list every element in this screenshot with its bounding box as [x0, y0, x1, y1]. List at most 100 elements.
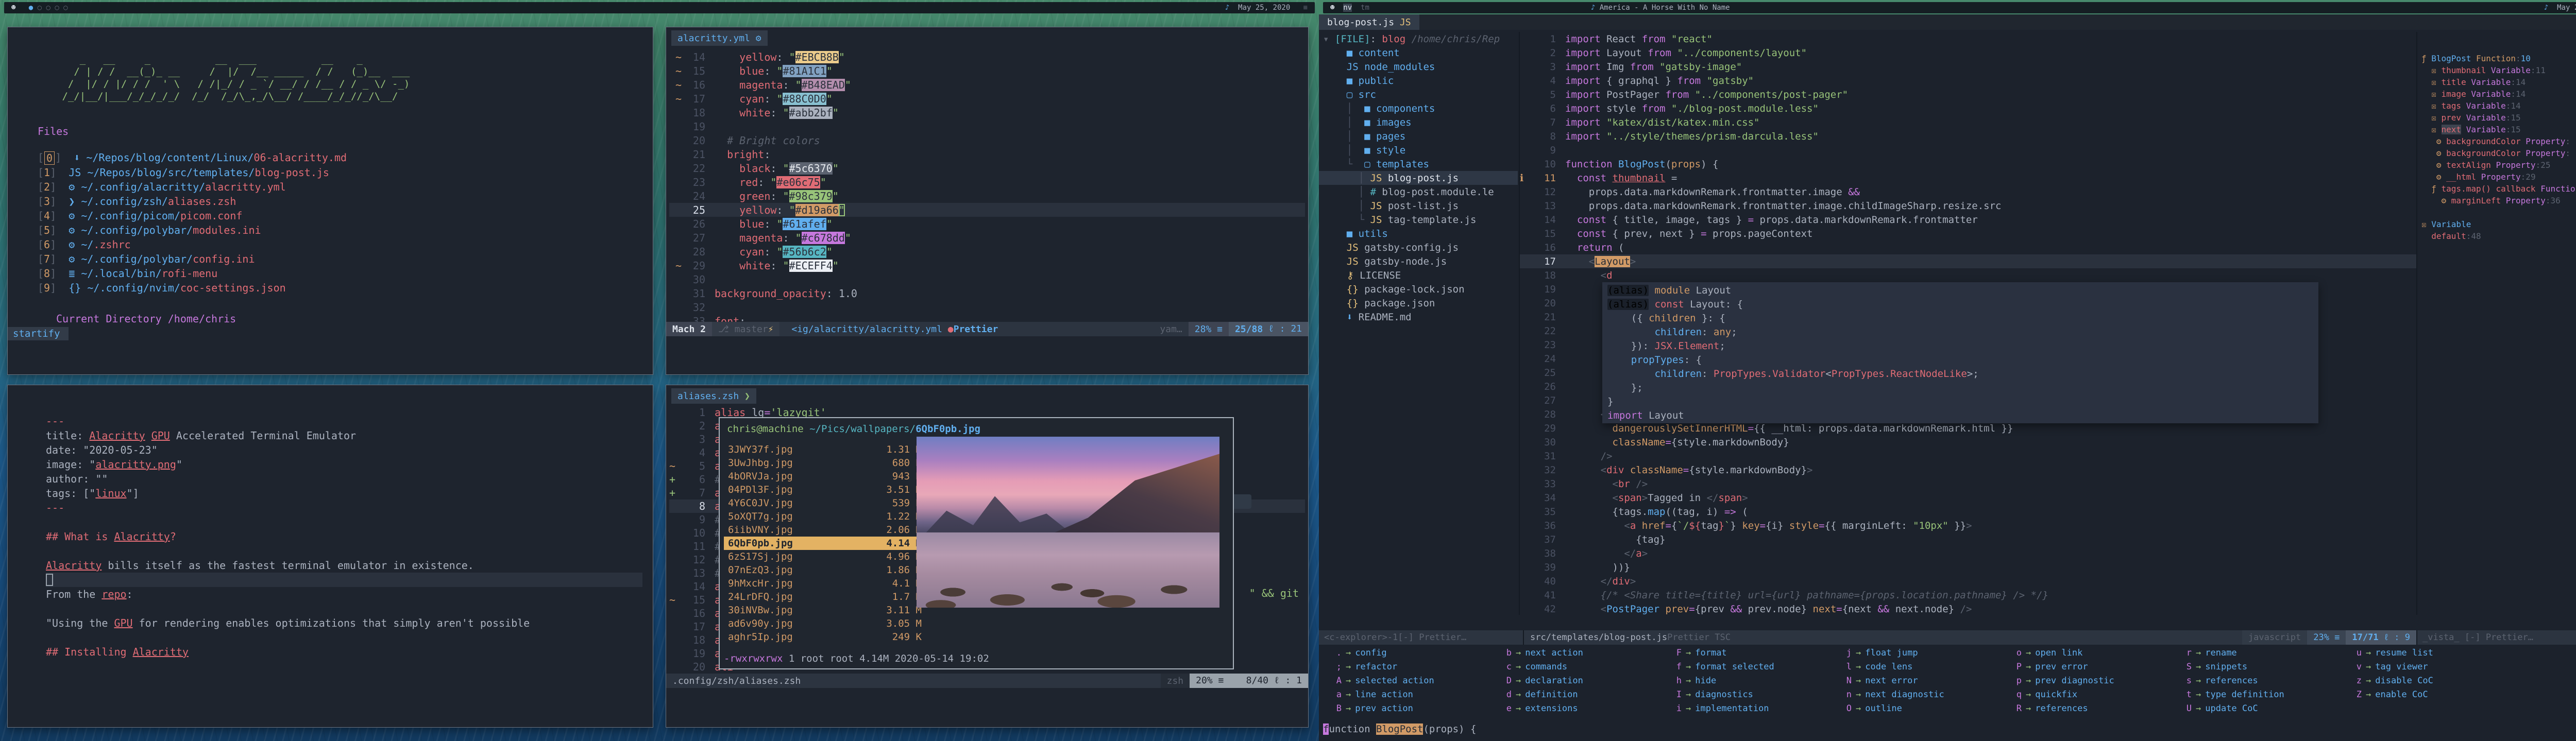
symbol-item[interactable]: ☒ prev Variable:15: [2417, 112, 2576, 124]
keybinding-item[interactable]: z→disable CoC: [2354, 674, 2524, 687]
code-line[interactable]: 25 yellow: "#d19a66": [669, 203, 1305, 217]
tree-item[interactable]: ■ utils: [1319, 227, 1518, 240]
keybinding-item[interactable]: Z→enable CoC: [2354, 687, 2524, 701]
code-line[interactable]: 2import Layout from "../components/layou…: [1520, 46, 2416, 60]
code-line[interactable]: 7import "katex/dist/katex.min.css": [1520, 115, 2416, 129]
code-line[interactable]: 17 <Layout>: [1520, 254, 2416, 268]
code-line[interactable]: 42 <PostPager prev={prev && prev.node} n…: [1520, 602, 2416, 615]
code-line[interactable]: 31 />: [1520, 449, 2416, 463]
code-line[interactable]: ~16 magenta: "#B48EAD": [669, 78, 1305, 92]
keybinding-item[interactable]: ;→refactor: [1334, 660, 1504, 674]
code-line[interactable]: 34 <span>Tagged in </span>: [1520, 491, 2416, 505]
symbol-item[interactable]: ⚙ backgroundColor Property:: [2417, 135, 2576, 147]
symbol-item[interactable]: ☒ image Variable:14: [2417, 88, 2576, 100]
code-line[interactable]: 41 {/* <Share title={title} url={url} pa…: [1520, 588, 2416, 602]
markdown-line[interactable]: date: "2020-05-23": [46, 443, 642, 457]
tree-item[interactable]: ■ content: [1319, 46, 1518, 60]
tree-item[interactable]: ⚷ LICENSE: [1319, 268, 1518, 282]
file-row[interactable]: 3UwJhbg.jpg680 K: [724, 456, 926, 470]
tree-item[interactable]: │ ■ pages: [1319, 129, 1518, 143]
file-row[interactable]: 5oXQT7g.jpg1.22 M: [724, 510, 926, 523]
symbol-item[interactable]: default:48: [2417, 230, 2576, 242]
tree-item[interactable]: ▾ [FILE]: blog /home/chris/Rep: [1319, 32, 1518, 46]
code-line[interactable]: 39 ))}: [1520, 560, 2416, 574]
code-line[interactable]: 23 red: "#e06c75": [669, 175, 1305, 189]
tree-item[interactable]: {} package.json: [1319, 296, 1518, 310]
keybinding-item[interactable]: R→references: [2014, 701, 2184, 715]
code-line[interactable]: 14 const { title, image, tags } = props.…: [1520, 213, 2416, 227]
code-line[interactable]: 30: [669, 272, 1305, 286]
keybinding-item[interactable]: S→snippets: [2184, 660, 2354, 674]
keybinding-item[interactable]: U→update CoC: [2184, 701, 2354, 715]
keybinding-item[interactable]: B→prev action: [1334, 701, 1504, 715]
code-buffer[interactable]: 1import React from "react"2import Layout…: [1519, 32, 2416, 615]
code-line[interactable]: 40 </div>: [1520, 574, 2416, 588]
code-line[interactable]: 12 props.data.markdownRemark.frontmatter…: [1520, 185, 2416, 199]
code-line[interactable]: 15 const { prev, next } = props.pageCont…: [1520, 227, 2416, 240]
file-row[interactable]: aghr5Ip.jpg249 K: [724, 630, 926, 644]
tree-item[interactable]: {} package-lock.json: [1319, 282, 1518, 296]
symbol-item[interactable]: ⚙ marginLeft Property:36: [2417, 195, 2576, 206]
code-line[interactable]: 31background_opacity: 1.0: [669, 286, 1305, 300]
tree-item[interactable]: │ ■ components: [1319, 101, 1518, 115]
keybinding-item[interactable]: F→format: [1674, 646, 1844, 660]
code-line[interactable]: 27 magenta: "#c678dd": [669, 231, 1305, 245]
symbol-item[interactable]: [2417, 206, 2576, 218]
tree-item[interactable]: ▢ src: [1319, 88, 1518, 101]
markdown-buffer[interactable]: --- title: Alacritty GPU Accelerated Term…: [46, 414, 642, 659]
tree-item[interactable]: ■ public: [1319, 74, 1518, 88]
code-line[interactable]: 30 className={style.markdownBody}: [1520, 435, 2416, 449]
file-row[interactable]: 24LrDFQ.jpg1.7 M: [724, 590, 926, 604]
code-line[interactable]: 8import "../style/themes/prism-darcula.l…: [1520, 129, 2416, 143]
neovim-editor[interactable]: blog-post.js JS ▾ [FILE]: blog /home/chr…: [1319, 14, 2576, 741]
keybinding-item[interactable]: o→open link: [2014, 646, 2184, 660]
terminal-alacritty-yml[interactable]: alacritty.yml ⚙ ~14 yellow: "#EBCB8B" ~1…: [666, 27, 1309, 375]
tree-item[interactable]: │ ■ style: [1319, 143, 1518, 157]
music-module[interactable]: ♪ America - A Horse With No Name: [1591, 4, 1730, 12]
markdown-line[interactable]: ---: [46, 501, 642, 515]
symbol-item[interactable]: ⚙ textAlign Property:25: [2417, 159, 2576, 171]
keybinding-item[interactable]: n→next diagnostic: [1844, 687, 2014, 701]
symbol-item[interactable]: ⚙ __html Property:29: [2417, 171, 2576, 183]
startify-entry[interactable]: [7] ⚙ ~/.config/polybar/config.ini: [38, 252, 653, 266]
code-line[interactable]: 24 green: "#98c379": [669, 189, 1305, 203]
tree-item[interactable]: │ ■ images: [1319, 115, 1518, 129]
markdown-line[interactable]: tags: ["linux"]: [46, 486, 642, 501]
code-line[interactable]: 10function BlogPost(props) {: [1520, 157, 2416, 171]
code-line[interactable]: 13 props.data.markdownRemark.frontmatter…: [1520, 199, 2416, 213]
markdown-line[interactable]: "Using the GPU for rendering enables opt…: [46, 616, 642, 630]
tree-item[interactable]: JS gatsby-config.js: [1319, 240, 1518, 254]
terminal-startify[interactable]: _ __ _ __ ___ __ _ / | / / __(_)_ __ / |…: [7, 27, 653, 375]
keybinding-item[interactable]: s→references: [2184, 674, 2354, 687]
file-row[interactable]: 3JWY37f.jpg1.31 M: [724, 443, 926, 456]
startify-entry[interactable]: [6] ⚙ ~/.zshrc: [38, 237, 653, 252]
code-line[interactable]: 20 # Bright colors: [669, 133, 1305, 147]
keybinding-item[interactable]: P→prev error: [2014, 660, 2184, 674]
tree-item[interactable]: │ # blog-post.module.le: [1319, 185, 1518, 199]
keybinding-item[interactable]: r→rename: [2184, 646, 2354, 660]
code-line[interactable]: 29 dangerouslySetInnerHTML={{ __html: pr…: [1520, 421, 2416, 435]
file-row[interactable]: 6QbF0pb.jpg4.14 M: [724, 537, 926, 550]
keybinding-item[interactable]: A→selected action: [1334, 674, 1504, 687]
code-line[interactable]: 4import { graphql } from "gatsby": [1520, 74, 2416, 88]
tree-item[interactable]: ⬇ README.md: [1319, 310, 1518, 324]
tree-item[interactable]: JS gatsby-node.js: [1319, 254, 1518, 268]
markdown-line[interactable]: From the repo:: [46, 587, 642, 601]
code-line[interactable]: 5import PostPager from "../components/po…: [1520, 88, 2416, 101]
keybinding-item[interactable]: .→config: [1334, 646, 1504, 660]
keybinding-item[interactable]: q→quickfix: [2014, 687, 2184, 701]
symbol-item[interactable]: ☒ title Variable:14: [2417, 76, 2576, 88]
file-row[interactable]: 6zS17Sj.jpg4.96 M: [724, 550, 926, 563]
tree-item[interactable]: └ JS tag-template.js: [1319, 213, 1518, 227]
file-row[interactable]: 04PDl3F.jpg3.51 M: [724, 483, 926, 496]
tab-blog-post-js[interactable]: blog-post.js JS: [1319, 14, 1419, 30]
buffer-tab-aliases[interactable]: aliases.zsh ❯: [671, 388, 756, 404]
keybinding-item[interactable]: N→next error: [1844, 674, 2014, 687]
markdown-line[interactable]: ## What is Alacritty?: [46, 529, 642, 544]
code-line[interactable]: ℹ11 const thumbnail =: [1520, 171, 2416, 185]
keybinding-item[interactable]: l→code lens: [1844, 660, 2014, 674]
date-module[interactable]: ♪ May 25, 2020 ≡: [2544, 4, 2576, 12]
markdown-line[interactable]: title: Alacritty GPU Accelerated Termina…: [46, 428, 642, 443]
startify-entry[interactable]: [0] ⬇ ~/Repos/blog/content/Linux/06-alac…: [38, 151, 653, 165]
code-line[interactable]: ~15 blue: "#81A1C1": [669, 64, 1305, 78]
